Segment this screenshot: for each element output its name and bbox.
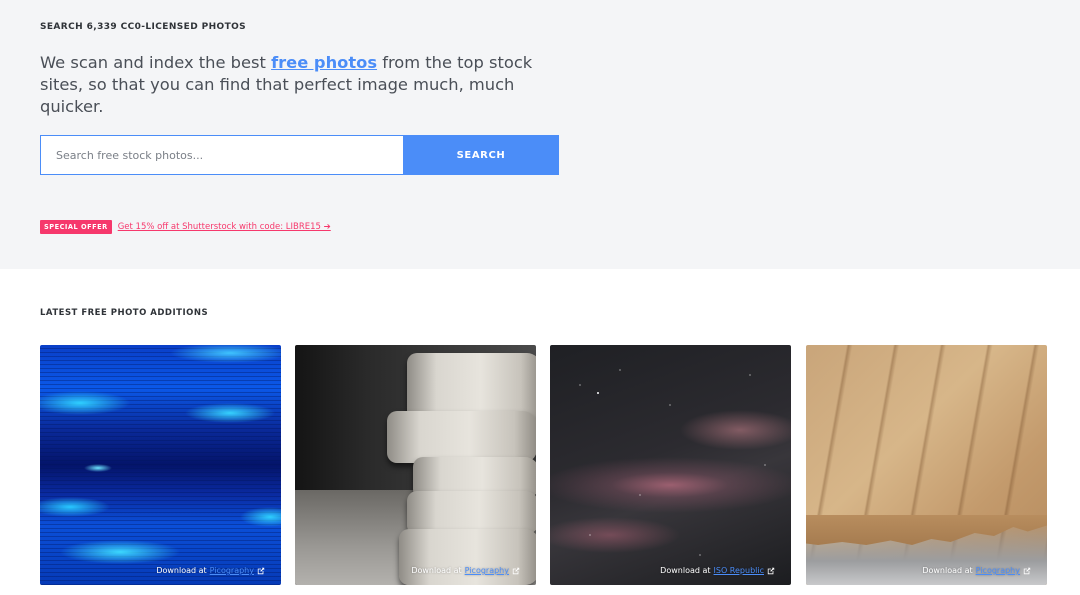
special-offer: SPECIAL OFFER Get 15% off at Shutterstoc…	[40, 220, 331, 234]
caption-prefix: Download at	[411, 566, 462, 575]
photo-milky-way-sky	[550, 345, 791, 585]
external-link-icon	[1023, 567, 1031, 574]
search-button[interactable]: SEARCH	[403, 135, 559, 175]
intro-text: We scan and index the best free photos f…	[40, 52, 580, 118]
search-input[interactable]	[40, 135, 403, 175]
photo-card-dry-leaf[interactable]: Download at Picography	[806, 345, 1047, 585]
photo-caption: Download at ISO Republic	[660, 566, 775, 575]
latest-additions-heading: LATEST FREE PHOTO ADDITIONS	[40, 308, 209, 318]
caption-prefix: Download at	[922, 566, 973, 575]
special-offer-badge: SPECIAL OFFER	[40, 220, 112, 234]
caption-prefix: Download at	[660, 566, 711, 575]
photo-card-milky-way[interactable]: Download at ISO Republic	[550, 345, 791, 585]
free-photos-link[interactable]: free photos	[271, 53, 377, 72]
photo-count-heading: SEARCH 6,339 CC0-LICENSED PHOTOS	[40, 22, 247, 32]
caption-prefix: Download at	[156, 566, 207, 575]
leaf-torn-edge	[806, 515, 1047, 545]
shutterstock-offer-link[interactable]: Get 15% off at Shutterstock with code: L…	[118, 222, 331, 232]
wood-slice	[399, 529, 536, 585]
photo-caption: Download at Picography	[156, 566, 265, 575]
photo-card-blue-lights[interactable]: Download at Picography	[40, 345, 281, 585]
source-link-picography[interactable]: Picography	[465, 566, 509, 575]
source-link-picography[interactable]: Picography	[210, 566, 254, 575]
photo-dry-leaf-closeup	[806, 345, 1047, 585]
photo-caption: Download at Picography	[411, 566, 520, 575]
wood-slice	[387, 411, 536, 463]
source-link-iso-republic[interactable]: ISO Republic	[714, 566, 764, 575]
external-link-icon	[767, 567, 775, 574]
external-link-icon	[257, 567, 265, 574]
search-form: SEARCH	[40, 135, 559, 175]
source-link-picography[interactable]: Picography	[976, 566, 1020, 575]
external-link-icon	[512, 567, 520, 574]
photo-blue-light-streaks	[40, 345, 281, 585]
intro-text-start: We scan and index the best	[40, 53, 272, 72]
hero-section: SEARCH 6,339 CC0-LICENSED PHOTOS We scan…	[0, 0, 1080, 269]
photo-stacked-wood-slices	[295, 345, 536, 585]
photo-caption: Download at Picography	[922, 566, 1031, 575]
photo-card-wood-slices[interactable]: Download at Picography	[295, 345, 536, 585]
